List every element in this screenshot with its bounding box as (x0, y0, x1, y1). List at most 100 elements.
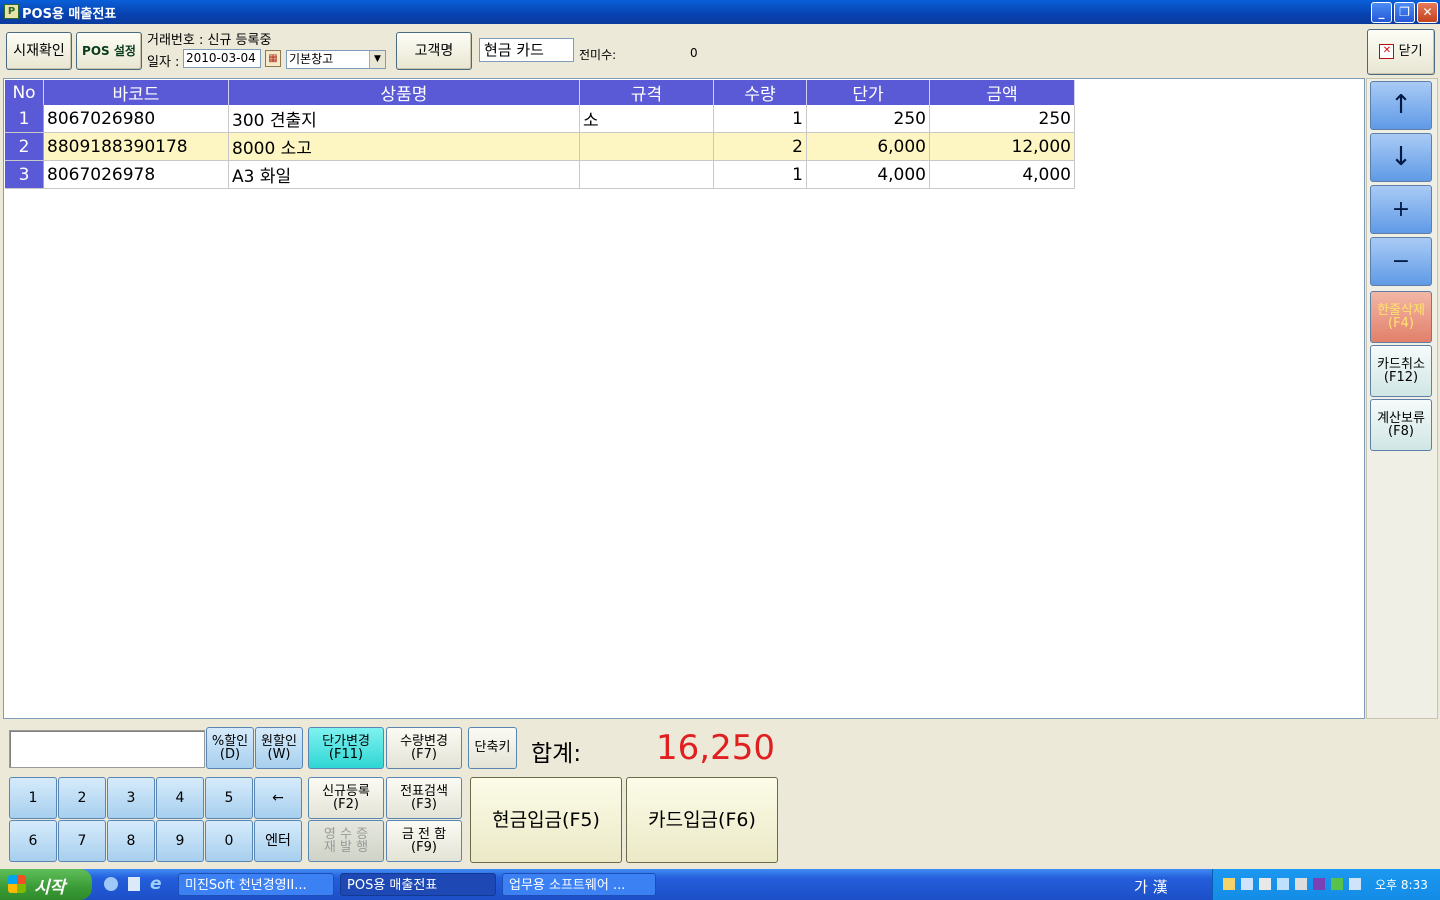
monitor-icon[interactable] (1349, 878, 1361, 890)
cell-qty[interactable]: 1 (713, 105, 807, 133)
won-discount-key: (W) (267, 747, 291, 762)
move-up-button[interactable]: ↑ (1370, 81, 1432, 130)
tray-v-icon[interactable] (1331, 878, 1343, 890)
cell-price[interactable]: 4,000 (806, 160, 930, 189)
keypad-2[interactable]: 2 (58, 777, 106, 819)
slip-search-button[interactable]: 전표검색 (F3) (386, 777, 462, 819)
cell-amount: 12,000 (929, 132, 1075, 161)
cell-barcode[interactable]: 8809188390178 (43, 132, 229, 161)
decrease-qty-button[interactable]: − (1370, 237, 1432, 286)
close-button[interactable]: ✕ 닫기 (1367, 29, 1435, 75)
qty-change-key: (F7) (411, 747, 437, 762)
cell-no: 2 (5, 132, 44, 161)
payment-type-field[interactable]: 현금 카드 (479, 38, 574, 62)
table-row-selected[interactable]: 2 8809188390178 8000 소고 2 6,000 12,000 (5, 132, 1075, 161)
cell-spec[interactable] (579, 160, 714, 189)
task-item-3[interactable]: 업무용 소프트웨어 ... (502, 873, 656, 896)
pos-settings-button[interactable]: POS 설정 (76, 32, 142, 70)
system-tray: 오후 8:33 (1212, 869, 1440, 900)
restore-button[interactable]: ❐ (1394, 2, 1415, 23)
bluetooth-icon[interactable] (1241, 878, 1253, 890)
close-window-button[interactable]: ✕ (1417, 2, 1438, 23)
warehouse-select[interactable]: 기본창고 ▼ (286, 50, 386, 69)
enter-button[interactable]: 엔터 (254, 820, 302, 862)
backspace-button[interactable]: ← (254, 777, 302, 819)
window-title: POS용 매출전표 (22, 7, 117, 22)
keypad-0[interactable]: 0 (205, 820, 253, 862)
keypad-1[interactable]: 1 (9, 777, 57, 819)
col-header-name[interactable]: 상품명 (228, 80, 580, 105)
ime-indicator[interactable]: 가 漢 (1134, 876, 1168, 897)
table-row[interactable]: 1 8067026980 300 견출지 소 1 250 250 (5, 105, 1075, 133)
prev-unpaid-value: 0 (690, 46, 698, 60)
keypad-9[interactable]: 9 (156, 820, 204, 862)
increase-qty-button[interactable]: + (1370, 185, 1432, 234)
keypad-7[interactable]: 7 (58, 820, 106, 862)
card-deposit-button[interactable]: 카드입금(F6) (626, 777, 778, 863)
keypad-4[interactable]: 4 (156, 777, 204, 819)
qty-change-button[interactable]: 수량변경 (F7) (386, 727, 462, 769)
cell-name[interactable]: 300 견출지 (228, 105, 580, 133)
volume-icon[interactable] (1295, 878, 1307, 890)
percent-discount-button[interactable]: %할인 (D) (206, 727, 254, 769)
tray-s-icon[interactable] (1313, 878, 1325, 890)
col-header-barcode[interactable]: 바코드 (43, 80, 229, 105)
col-header-spec[interactable]: 규격 (579, 80, 714, 105)
minimize-button[interactable]: _ (1371, 2, 1392, 23)
keypad-5[interactable]: 5 (205, 777, 253, 819)
cell-price[interactable]: 250 (806, 105, 930, 133)
price-change-button[interactable]: 단가변경 (F11) (308, 727, 384, 769)
cell-qty[interactable]: 2 (713, 132, 807, 161)
cell-name[interactable]: 8000 소고 (228, 132, 580, 161)
cash-deposit-button[interactable]: 현금입금(F5) (470, 777, 622, 863)
col-header-qty[interactable]: 수량 (713, 80, 807, 105)
keypad-8[interactable]: 8 (107, 820, 155, 862)
keypad-6[interactable]: 6 (9, 820, 57, 862)
deal-number-label: 거래번호 : 신규 등록중 (147, 33, 272, 48)
grid-header-row: No 바코드 상품명 규격 수량 단가 금액 (5, 80, 1075, 105)
task-item-1[interactable]: 미진Soft 천년경영II... (178, 873, 334, 896)
calendar-icon[interactable]: ▦ (265, 50, 281, 67)
date-field[interactable]: 2010-03-04 (183, 49, 261, 68)
network-icon[interactable] (1259, 878, 1271, 890)
ie-icon[interactable]: e (150, 874, 162, 894)
move-down-button[interactable]: ↓ (1370, 133, 1432, 182)
cash-check-button[interactable]: 시재확인 (6, 32, 72, 70)
security-icon[interactable] (1277, 878, 1289, 890)
hold-calc-button[interactable]: 계산보류 (F8) (1370, 399, 1432, 451)
clock: 오후 8:33 (1375, 878, 1428, 892)
tray-app-icon[interactable] (1223, 878, 1235, 890)
won-discount-button[interactable]: 원할인 (W) (255, 727, 303, 769)
col-header-price[interactable]: 단가 (806, 80, 930, 105)
col-header-no[interactable]: No (5, 80, 44, 105)
start-button[interactable]: 시작 (0, 869, 92, 900)
cell-barcode[interactable]: 8067026978 (43, 160, 229, 189)
card-cancel-button[interactable]: 카드취소 (F12) (1370, 345, 1432, 397)
task-item-active[interactable]: POS용 매출전표 (340, 873, 496, 896)
table-row[interactable]: 3 8067026978 A3 화일 1 4,000 4,000 (5, 160, 1075, 189)
title-bar: P POS용 매출전표 _ ❐ ✕ (0, 0, 1440, 24)
entry-input[interactable] (9, 730, 205, 768)
col-header-amount[interactable]: 금액 (929, 80, 1075, 105)
hold-calc-key: (F8) (1388, 424, 1414, 439)
total-label: 합계: (531, 741, 582, 767)
shortcut-button[interactable]: 단축키 (468, 727, 517, 769)
cell-no: 1 (5, 105, 44, 133)
cell-spec[interactable] (579, 132, 714, 161)
cash-drawer-button[interactable]: 금 전 함 (F9) (386, 820, 462, 862)
new-entry-button[interactable]: 신규등록 (F2) (308, 777, 384, 819)
receipt-reissue-button[interactable]: 영 수 증 재 발 행 (308, 820, 384, 862)
cell-barcode[interactable]: 8067026980 (43, 105, 229, 133)
new-entry-key: (F2) (333, 797, 359, 812)
explorer-icon[interactable] (128, 877, 140, 891)
desktop-icon[interactable] (104, 877, 118, 891)
delete-line-button[interactable]: 한줄삭제 (F4) (1370, 291, 1432, 343)
customer-button[interactable]: 고객명 (396, 32, 472, 70)
sales-grid[interactable]: No 바코드 상품명 규격 수량 단가 금액 1 8067026980 300 … (3, 78, 1365, 719)
keypad-3[interactable]: 3 (107, 777, 155, 819)
cell-name[interactable]: A3 화일 (228, 160, 580, 189)
cell-spec[interactable]: 소 (579, 105, 714, 133)
chevron-down-icon[interactable]: ▼ (369, 51, 385, 68)
cell-price[interactable]: 6,000 (806, 132, 930, 161)
cell-qty[interactable]: 1 (713, 160, 807, 189)
